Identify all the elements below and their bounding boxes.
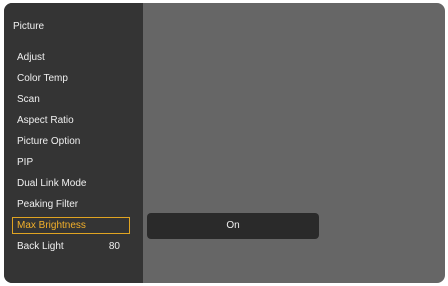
option-on[interactable]: On xyxy=(147,213,319,239)
menu-item-pip[interactable]: PIP xyxy=(12,154,130,171)
menu-item-max-brightness[interactable]: Max Brightness xyxy=(12,217,130,234)
menu-item-picture-option[interactable]: Picture Option xyxy=(12,133,130,150)
menu-item-label: Adjust xyxy=(17,52,45,63)
menu-item-dual-link-mode[interactable]: Dual Link Mode xyxy=(12,175,130,192)
menu-title: Picture xyxy=(13,21,45,32)
menu-item-label: Aspect Ratio xyxy=(17,115,74,126)
menu-item-color-temp[interactable]: Color Temp xyxy=(12,70,130,87)
menu-item-label: Picture Option xyxy=(17,136,81,147)
monitor-osd-screen: Picture Adjust Color Temp Scan Aspect Ra… xyxy=(4,3,445,283)
menu-item-aspect-ratio[interactable]: Aspect Ratio xyxy=(12,112,130,129)
max-brightness-options: On xyxy=(147,213,319,239)
menu-item-label: Dual Link Mode xyxy=(17,178,87,189)
menu-item-back-light[interactable]: Back Light 80 xyxy=(12,238,130,255)
menu-item-label: Max Brightness xyxy=(17,220,86,231)
menu-item-label: Back Light xyxy=(17,241,64,252)
menu-item-label: PIP xyxy=(17,157,34,168)
menu-item-label: Peaking Filter xyxy=(17,199,79,210)
osd-menu-panel: Picture Adjust Color Temp Scan Aspect Ra… xyxy=(4,3,143,283)
menu-item-scan[interactable]: Scan xyxy=(12,91,130,108)
menu-item-peaking-filter[interactable]: Peaking Filter xyxy=(12,196,130,213)
menu-item-label: Scan xyxy=(17,94,40,105)
menu-item-adjust[interactable]: Adjust xyxy=(12,49,130,66)
back-light-value: 80 xyxy=(108,241,120,252)
menu-item-label: Color Temp xyxy=(17,73,68,84)
